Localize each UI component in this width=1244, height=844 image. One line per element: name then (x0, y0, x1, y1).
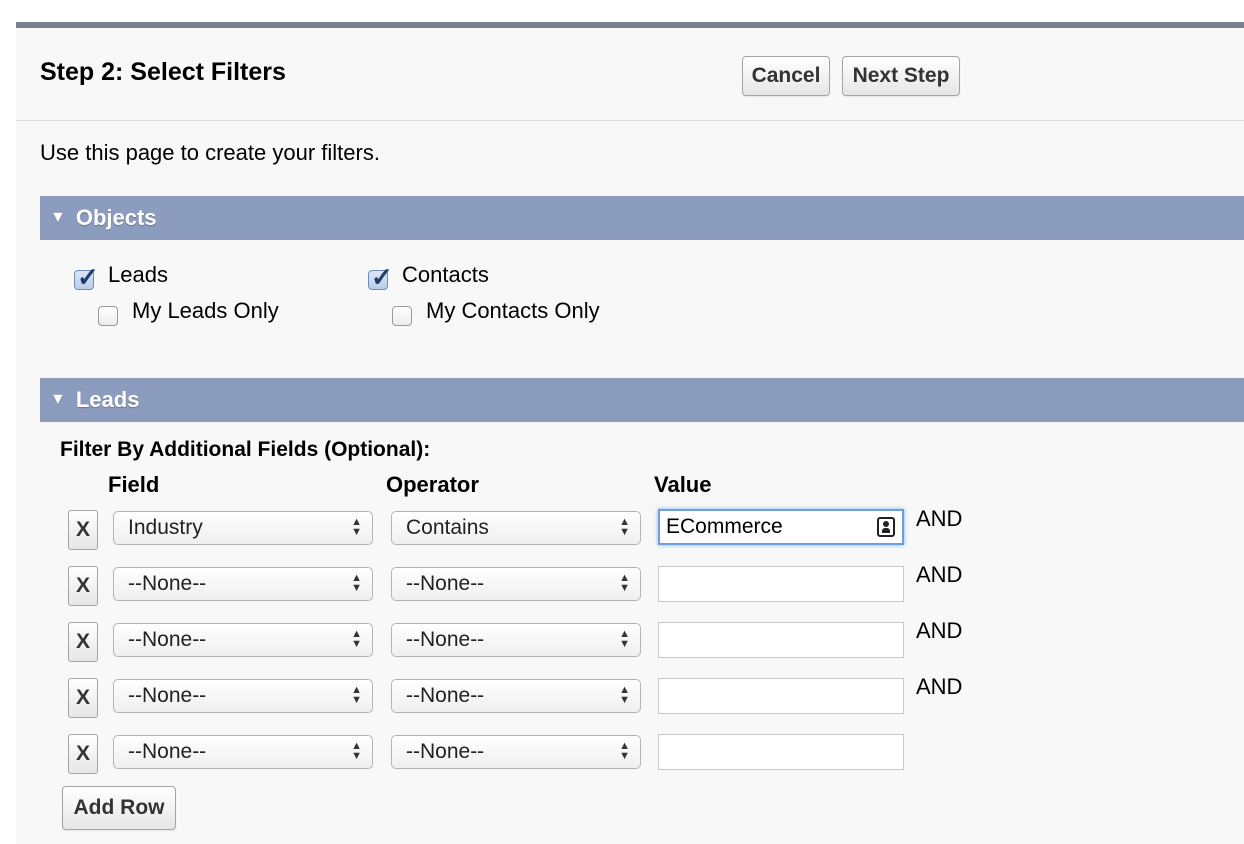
field-select-value: --None-- (128, 628, 206, 652)
field-select[interactable]: --None-- ▲▼ (113, 567, 373, 601)
page-title: Step 2: Select Filters (40, 58, 286, 87)
updown-arrows-icon: ▲▼ (619, 573, 630, 593)
operator-column-header: Operator (386, 472, 479, 498)
value-column-header: Value (654, 472, 711, 498)
add-row-button[interactable]: Add Row (62, 786, 176, 830)
field-select[interactable]: --None-- ▲▼ (113, 623, 373, 657)
intro-text: Use this page to create your filters. (40, 140, 380, 166)
value-input[interactable] (658, 678, 904, 714)
field-select[interactable]: Industry ▲▼ (113, 511, 373, 545)
filters-panel: Step 2: Select Filters Cancel Next Step … (16, 22, 1244, 844)
my-leads-only-label: My Leads Only (132, 298, 279, 324)
field-select[interactable]: --None-- ▲▼ (113, 679, 373, 713)
field-column-header: Field (108, 472, 159, 498)
remove-row-button[interactable]: X (68, 510, 98, 550)
updown-arrows-icon: ▲▼ (351, 741, 362, 761)
operator-select-value: --None-- (406, 628, 484, 652)
and-label: AND (916, 562, 962, 588)
operator-select[interactable]: --None-- ▲▼ (391, 623, 641, 657)
leads-checkbox-label: Leads (108, 262, 168, 288)
remove-row-button[interactable]: X (68, 678, 98, 718)
operator-select[interactable]: --None-- ▲▼ (391, 567, 641, 601)
lookup-icon[interactable] (877, 517, 895, 537)
filter-heading: Filter By Additional Fields (Optional): (60, 438, 430, 462)
updown-arrows-icon: ▲▼ (619, 629, 630, 649)
contacts-checkbox-label: Contacts (402, 262, 489, 288)
field-select-value: --None-- (128, 684, 206, 708)
operator-select[interactable]: --None-- ▲▼ (391, 735, 641, 769)
operator-select-value: --None-- (406, 572, 484, 596)
and-label: AND (916, 618, 962, 644)
operator-select[interactable]: Contains ▲▼ (391, 511, 641, 545)
panel-header: Step 2: Select Filters Cancel Next Step (16, 28, 1244, 121)
field-select-value: --None-- (128, 572, 206, 596)
remove-row-button[interactable]: X (68, 622, 98, 662)
remove-row-button[interactable]: X (68, 566, 98, 606)
updown-arrows-icon: ▲▼ (351, 517, 362, 537)
value-input[interactable]: ECommerce (658, 509, 904, 545)
value-input[interactable] (658, 566, 904, 602)
contacts-checkbox[interactable]: ✓ (368, 270, 388, 290)
and-label: AND (916, 506, 962, 532)
my-contacts-only-label: My Contacts Only (426, 298, 600, 324)
objects-section-title: Objects (76, 205, 157, 231)
checkmark-icon: ✓ (77, 262, 99, 293)
updown-arrows-icon: ▲▼ (351, 629, 362, 649)
value-input[interactable] (658, 622, 904, 658)
updown-arrows-icon: ▲▼ (619, 685, 630, 705)
next-step-button[interactable]: Next Step (842, 56, 960, 96)
field-select-value: Industry (128, 516, 203, 540)
value-input-text: ECommerce (666, 515, 783, 539)
triangle-down-icon: ▼ (50, 209, 66, 227)
and-label: AND (916, 674, 962, 700)
field-select[interactable]: --None-- ▲▼ (113, 735, 373, 769)
operator-select-value: --None-- (406, 684, 484, 708)
checkmark-icon: ✓ (371, 262, 393, 293)
my-leads-only-checkbox[interactable] (98, 306, 118, 326)
leads-section-header[interactable]: ▼ Leads (40, 378, 1244, 422)
value-input[interactable] (658, 734, 904, 770)
my-contacts-only-checkbox[interactable] (392, 306, 412, 326)
triangle-down-icon: ▼ (50, 391, 66, 409)
updown-arrows-icon: ▲▼ (351, 685, 362, 705)
updown-arrows-icon: ▲▼ (619, 741, 630, 761)
remove-row-button[interactable]: X (68, 734, 98, 774)
updown-arrows-icon: ▲▼ (619, 517, 630, 537)
field-select-value: --None-- (128, 740, 206, 764)
operator-select[interactable]: --None-- ▲▼ (391, 679, 641, 713)
operator-select-value: --None-- (406, 740, 484, 764)
leads-checkbox[interactable]: ✓ (74, 270, 94, 290)
leads-section-title: Leads (76, 387, 140, 413)
objects-section-header[interactable]: ▼ Objects (40, 196, 1244, 240)
updown-arrows-icon: ▲▼ (351, 573, 362, 593)
cancel-button[interactable]: Cancel (742, 56, 830, 96)
operator-select-value: Contains (406, 516, 489, 540)
